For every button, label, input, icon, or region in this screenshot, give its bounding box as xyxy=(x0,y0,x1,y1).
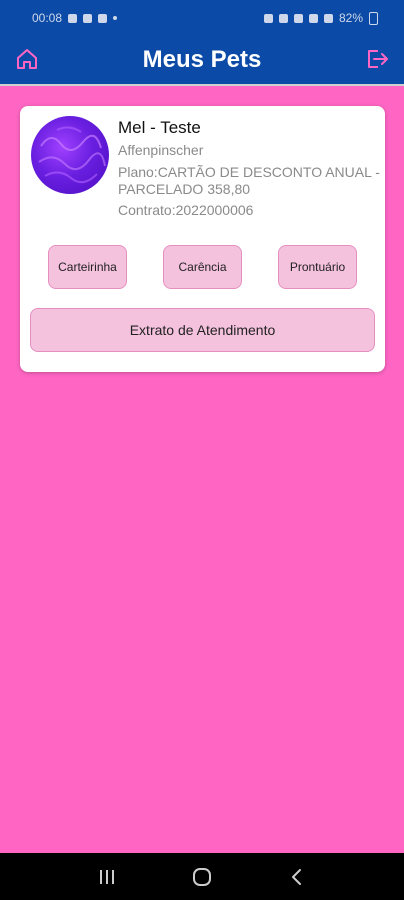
app-bar: Meus Pets xyxy=(0,36,404,84)
signal-icon xyxy=(323,13,333,23)
back-icon xyxy=(291,868,301,885)
pet-breed: Affenpinscher xyxy=(118,142,204,158)
home-button[interactable] xyxy=(14,46,40,72)
status-left: 00:08 xyxy=(32,11,118,25)
pet-name: Mel - Teste xyxy=(118,118,201,137)
more-notifications-icon xyxy=(113,16,118,20)
recents-icon xyxy=(100,869,115,884)
logout-icon xyxy=(368,50,388,68)
app-bar-divider xyxy=(0,84,404,86)
logout-button[interactable] xyxy=(364,46,390,72)
gallery-notification-icon xyxy=(68,13,78,23)
pet-photo-pattern xyxy=(38,126,106,184)
battery-saver-icon xyxy=(263,13,273,23)
pet-card: Mel - Teste Affenpinscher Plano:CARTÃO D… xyxy=(20,106,385,372)
extrato-atendimento-button[interactable]: Extrato de Atendimento xyxy=(30,308,375,352)
nav-home-icon xyxy=(192,867,211,886)
prontuario-button[interactable]: Prontuário xyxy=(278,245,357,289)
recents-button[interactable] xyxy=(92,862,122,892)
status-bar: 00:08 82% xyxy=(0,0,404,36)
pet-plan: Plano:CARTÃO DE DESCONTO ANUAL - PARCELA… xyxy=(118,164,380,197)
status-time: 00:08 xyxy=(32,11,63,25)
battery-percent: 82% xyxy=(338,11,363,25)
pet-avatar xyxy=(31,116,109,194)
bluetooth-icon xyxy=(293,13,303,23)
nav-home-button[interactable] xyxy=(187,862,217,892)
home-icon xyxy=(17,49,37,69)
wifi-icon xyxy=(308,13,318,23)
carencia-button[interactable]: Carência xyxy=(163,245,242,289)
page-title: Meus Pets xyxy=(142,46,262,73)
battery-icon xyxy=(369,11,378,25)
pet-contract: Contrato:2022000006 xyxy=(118,202,254,218)
system-nav-bar xyxy=(0,853,404,900)
notification-icon xyxy=(98,13,108,23)
carteirinha-button[interactable]: Carteirinha xyxy=(48,245,127,289)
notification-icon xyxy=(83,13,93,23)
status-right: 82% xyxy=(263,11,378,25)
back-button[interactable] xyxy=(282,862,312,892)
mute-icon xyxy=(278,13,288,23)
